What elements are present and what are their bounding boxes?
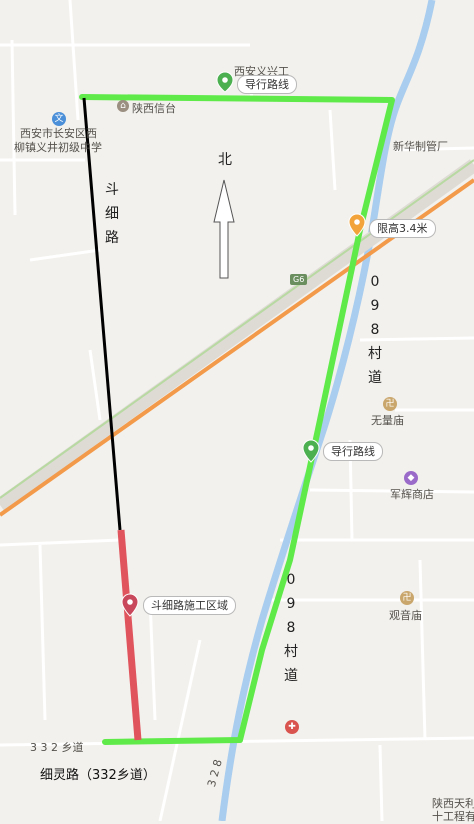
dou-xi-road: [82, 97, 122, 531]
label-bottom-right-line2: 十工程有: [432, 810, 474, 823]
dou-xi-road-label-3: 路: [105, 230, 119, 246]
label-township-road: 3 3 2 乡道: [30, 741, 84, 754]
label-school-line2: 柳镇义井初级中学: [14, 141, 102, 154]
hospital-icon: ✚: [285, 720, 299, 734]
village-road-lower-5: 道: [284, 668, 298, 684]
tag-guide-route-mid[interactable]: 导行路线: [323, 442, 383, 461]
map-canvas[interactable]: 文 ⌂ 卍 ◆ 卍 ✚ 西安义兴工 陕西信台 西安市长安区西 柳镇义井初级中学 …: [0, 0, 474, 823]
label-temple1: 无量庙: [371, 414, 404, 427]
village-road-lower-1: 0: [286, 572, 296, 588]
shop-icon: ◆: [404, 471, 418, 485]
dou-xi-road-label-1: 斗: [105, 182, 119, 198]
village-road-upper-4: 村: [368, 346, 382, 362]
village-road-upper-3: 8: [370, 322, 380, 338]
pin-guide-top-icon[interactable]: [216, 71, 234, 93]
label-shop: 军辉商店: [390, 488, 434, 501]
construction-zone-line: [117, 529, 142, 741]
house-icon: ⌂: [117, 100, 129, 112]
pin-height-limit-icon[interactable]: [348, 213, 366, 237]
dou-xi-road-label-2: 细: [105, 206, 119, 222]
label-shaanxi-xintai: 陕西信台: [132, 102, 176, 115]
tag-construction-zone[interactable]: 斗细路施工区域: [143, 596, 236, 615]
tag-guide-route-top[interactable]: 导行路线: [237, 75, 297, 94]
tag-height-limit[interactable]: 限高3.4米: [369, 219, 436, 238]
highway-g6: [0, 159, 474, 517]
village-road-lower-3: 8: [286, 620, 296, 636]
north-arrow: [213, 179, 235, 279]
minor-streets: [0, 0, 474, 821]
village-road-upper-5: 道: [368, 370, 382, 386]
temple1-icon: 卍: [383, 397, 397, 411]
school-icon: 文: [52, 112, 66, 126]
village-road-lower-2: 9: [286, 596, 296, 612]
highway-g6-shield: G6: [290, 274, 308, 285]
label-factory: 新华制管厂: [393, 140, 448, 153]
label-temple2: 观音庙: [389, 609, 422, 622]
village-road-upper-1: 0: [370, 274, 380, 290]
village-road-lower-4: 村: [284, 644, 298, 660]
map-base-layer: [0, 0, 474, 821]
road-caption: 细灵路（332乡道）: [40, 768, 156, 783]
temple2-icon: 卍: [400, 591, 414, 605]
north-label: 北: [218, 152, 232, 168]
village-road-upper-2: 9: [370, 298, 380, 314]
